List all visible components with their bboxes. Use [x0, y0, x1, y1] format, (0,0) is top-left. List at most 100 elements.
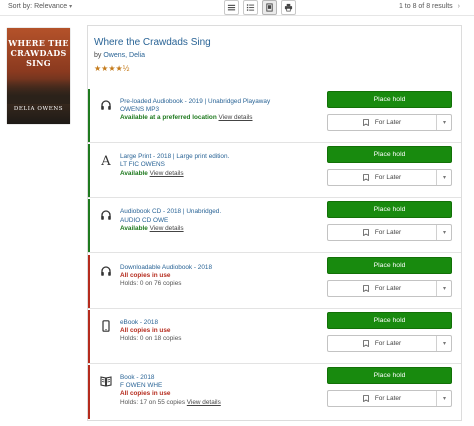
list-view-button[interactable]	[224, 0, 239, 15]
availability-status: Available	[120, 169, 148, 177]
view-details-link[interactable]: View details	[150, 170, 184, 177]
place-hold-button[interactable]: Place hold	[327, 367, 452, 384]
availability-indicator-bar	[88, 254, 90, 309]
tablet-icon	[100, 319, 112, 332]
format-details: Audiobook CD - 2018 | Unabridged. AUDIO C…	[120, 208, 330, 233]
for-later-button[interactable]: For Later	[328, 115, 436, 130]
place-hold-button[interactable]: Place hold	[327, 256, 452, 274]
holds-count: Holds: 0 on 18 copies	[120, 335, 182, 343]
print-button[interactable]	[281, 0, 296, 15]
format-name-link[interactable]: eBook - 2018	[120, 319, 330, 327]
large-print-icon: A	[100, 154, 112, 166]
availability-status: All copies in use	[120, 390, 171, 398]
for-later-button[interactable]: For Later	[328, 225, 436, 240]
format-name-link[interactable]: Audiobook CD - 2018 | Unabridged.	[120, 208, 330, 216]
caret-down-icon: ▾	[442, 340, 446, 347]
shelf-dropdown-toggle[interactable]: ▾	[437, 225, 452, 240]
for-later-split-button: For Later ▾	[327, 390, 452, 407]
call-number: OWENS MP3	[120, 106, 160, 114]
shelf-dropdown-toggle[interactable]: ▾	[437, 115, 452, 130]
availability-status: Available	[120, 224, 148, 232]
covers-view-button[interactable]	[262, 0, 277, 15]
bookmark-icon	[363, 174, 369, 182]
print-icon	[284, 3, 293, 12]
format-row: A Large Print - 2018 | Large print editio…	[88, 144, 461, 199]
for-later-label: For Later	[374, 229, 402, 237]
shelf-dropdown-toggle[interactable]: ▾	[437, 281, 452, 296]
format-name-link[interactable]: Large Print - 2018 | Large print edition…	[120, 153, 330, 161]
format-details: Pre-loaded Audiobook - 2019 | Unabridged…	[120, 98, 330, 123]
for-later-button[interactable]: For Later	[328, 391, 436, 406]
availability-indicator-bar	[88, 309, 90, 364]
author-link[interactable]: Owens, Delia	[103, 52, 145, 59]
star-rating: ★★★★½	[94, 64, 130, 73]
view-details-link[interactable]: View details	[219, 114, 253, 121]
shelf-dropdown-toggle[interactable]: ▾	[437, 170, 452, 185]
bookmark-icon	[363, 229, 369, 237]
cover-landscape	[7, 79, 70, 104]
place-hold-button[interactable]: Place hold	[327, 201, 452, 219]
for-later-label: For Later	[374, 174, 402, 182]
for-later-button[interactable]: For Later	[328, 281, 436, 296]
availability-status: All copies in use	[120, 271, 171, 279]
holds-count: Holds: 17 on 55 copies	[120, 398, 186, 406]
place-hold-button[interactable]: Place hold	[327, 311, 452, 329]
shelf-dropdown-toggle[interactable]: ▾	[437, 391, 452, 406]
for-later-label: For Later	[374, 284, 402, 292]
row-divider	[88, 142, 461, 143]
detailed-list-icon	[246, 4, 255, 11]
book-cover[interactable]: WHERE THE CRAWDADS SING DELIA OWENS	[7, 28, 70, 124]
format-row: Audiobook CD - 2018 | Unabridged. AUDIO C…	[88, 199, 461, 254]
format-name-link[interactable]: Pre-loaded Audiobook - 2019 | Unabridged…	[120, 98, 330, 106]
holds-line: Holds: 0 on 76 copies	[120, 280, 330, 288]
availability-line: All copies in use	[120, 390, 330, 398]
view-details-link[interactable]: View details	[187, 399, 221, 406]
shelf-dropdown-toggle[interactable]: ▾	[437, 336, 452, 351]
for-later-button[interactable]: For Later	[328, 336, 436, 351]
format-details: Book - 2018 F OWEN WHE All copies in use Ho…	[120, 374, 330, 407]
for-later-split-button: For Later ▾	[327, 169, 452, 187]
covers-icon	[266, 3, 273, 12]
view-details-link[interactable]: View details	[150, 225, 184, 232]
for-later-split-button: For Later ▾	[327, 114, 452, 131]
item-title[interactable]: Where the Crawdads Sing	[94, 37, 211, 48]
place-hold-button[interactable]: Place hold	[327, 91, 452, 108]
svg-text:A: A	[100, 154, 111, 166]
availability-line: All copies in use	[120, 327, 330, 335]
call-number: LT FIC OWENS	[120, 161, 165, 169]
caret-down-icon: ▾	[442, 285, 446, 292]
format-row: eBook - 2018 All copies in use Holds: 0 on…	[88, 309, 461, 364]
bookmark-icon	[363, 395, 369, 402]
row-divider	[88, 307, 461, 309]
availability-status: Available at a preferred location	[120, 114, 217, 122]
cover-author: DELIA OWENS	[13, 106, 64, 112]
bookmark-icon	[363, 284, 369, 292]
caret-down-icon: ▾	[442, 175, 446, 182]
format-details: Large Print - 2018 | Large print edition…	[120, 153, 330, 178]
call-number: AUDIO CD OWE	[120, 216, 169, 224]
bookmark-icon	[363, 119, 369, 126]
format-name-link[interactable]: Downloadable Audiobook - 2018	[120, 264, 330, 272]
cover-title: WHERE THE CRAWDADS SING	[8, 38, 69, 68]
row-divider	[88, 362, 461, 364]
for-later-split-button: For Later ▾	[327, 224, 452, 242]
pager-chevron-icon[interactable]: ›	[458, 3, 460, 10]
place-hold-button[interactable]: Place hold	[327, 146, 452, 164]
for-later-button[interactable]: For Later	[328, 170, 436, 185]
availability-indicator-bar	[88, 365, 90, 419]
availability-indicator-bar	[88, 89, 90, 143]
for-later-label: For Later	[374, 339, 402, 347]
results-toolbar: Sort by: Relevance ▾ 1 to 8 of 8 results ›	[0, 0, 474, 16]
for-later-label: For Later	[374, 395, 402, 402]
format-row: Downloadable Audiobook - 2018 All copies …	[88, 254, 461, 309]
availability-line: Available View details	[120, 170, 330, 178]
caret-down-icon: ▾	[442, 396, 446, 402]
holds-line: Holds: 17 on 55 copies View details	[120, 399, 330, 407]
sort-dropdown[interactable]: Sort by: Relevance ▾	[8, 3, 72, 10]
format-details: Downloadable Audiobook - 2018 All copies …	[120, 264, 330, 289]
row-divider	[88, 197, 461, 199]
detailed-list-view-button[interactable]	[243, 0, 258, 15]
availability-line: Available View details	[120, 225, 330, 233]
holds-count: Holds: 0 on 76 copies	[120, 280, 182, 287]
format-name-link[interactable]: Book - 2018	[120, 374, 330, 382]
